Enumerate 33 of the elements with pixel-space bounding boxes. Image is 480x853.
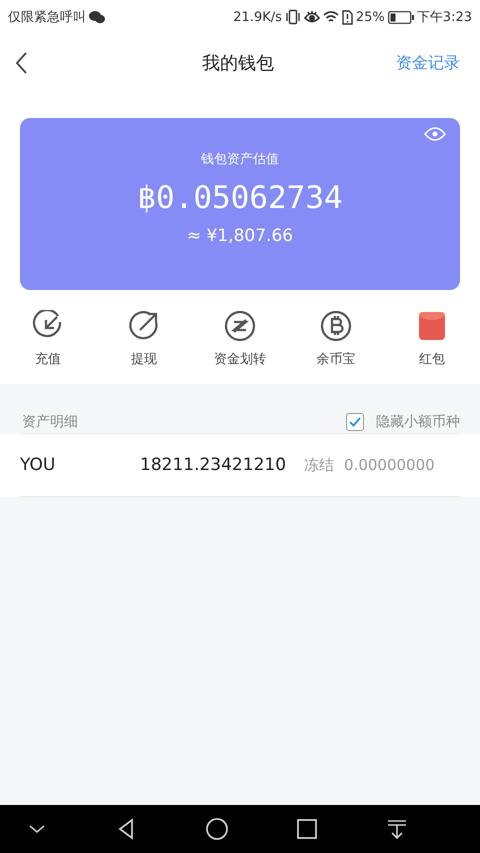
home-icon[interactable] [204,816,230,842]
recents-icon[interactable] [294,816,320,842]
coin-amount: 18211.23421210 [140,455,286,475]
network-speed: 21.9K/s [233,10,282,24]
vibrate-icon [284,9,301,25]
battery-icon [388,10,414,24]
carrier-text: 仅限紧急呼叫 [8,9,86,26]
coin-name: YOU [20,455,56,475]
action-button[interactable]: 提现 [104,308,184,370]
eye-icon [304,10,320,24]
action-button[interactable]: 充值 [8,308,88,370]
records-link[interactable]: 资金记录 [396,52,460,74]
visibility-toggle[interactable] [424,127,446,141]
frozen-label: 冻结 [304,456,334,474]
action-button[interactable]: 资金划转 [200,308,280,370]
bitcoin-circle-icon [320,310,352,342]
section-title: 资产明细 [22,412,78,430]
battery-percent: 25% [356,10,385,24]
action-button[interactable]: 红包 [392,308,472,370]
page-title: 我的钱包 [202,52,274,75]
balance-label: 钱包资产估值 [201,151,279,168]
check-icon [349,416,361,426]
action-button[interactable]: 余币宝 [296,308,376,370]
clock-time: 下午3:23 [416,9,472,26]
chat-icon [89,10,105,24]
wifi-icon [322,10,339,24]
alert-sim-icon [342,10,353,24]
fiat-value: ≈ ¥1,807.66 [186,226,294,246]
transfer-circle-icon [224,310,256,342]
balance-amount: ฿0.05062734 [137,180,343,216]
arrow-out-circle-icon [128,310,160,342]
envelope-icon [416,310,448,342]
frozen-amount: 0.00000000 [344,456,435,474]
